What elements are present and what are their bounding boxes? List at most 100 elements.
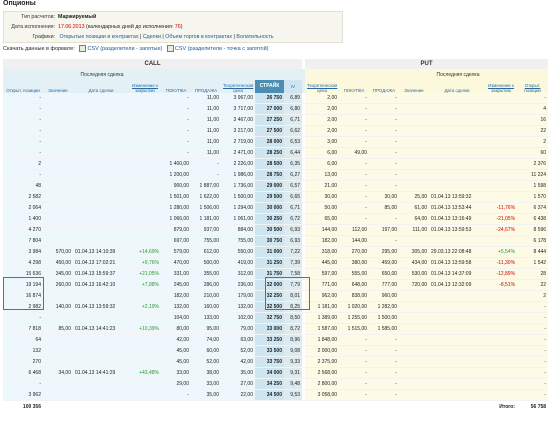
- cell-iv: 6,53: [284, 136, 303, 149]
- cell-call-deal-date: [73, 202, 129, 215]
- cell-put-change: [485, 93, 518, 105]
- cell-call-change: [129, 356, 161, 369]
- table-row: 3 984 570,00 01.04.13 14:10:39 +14,69% 579,0…: [3, 246, 549, 259]
- cell-put-ask: 1 585,00: [369, 323, 400, 336]
- csv-semicolon-link[interactable]: CSV (разделители - точка с запятой): [175, 46, 269, 52]
- cell-call-bid: 245,00: [161, 279, 191, 292]
- col-call-change[interactable]: Изменение к закрытию: [129, 80, 161, 94]
- cell-call-bid: -: [161, 103, 191, 116]
- cell-put-theoretical: 50,00: [305, 202, 340, 215]
- cell-put-last-value: [399, 235, 430, 248]
- col-put-ask[interactable]: ПРОДАЖА: [369, 80, 400, 94]
- cell-call-ask: 60,00: [191, 345, 221, 358]
- cell-put-open-interest: 8 596: [517, 224, 549, 237]
- cell-put-change: [485, 345, 518, 358]
- cell-call-last-value: [43, 224, 73, 237]
- cell-iv: 8,50: [284, 312, 303, 325]
- chart-link-volume[interactable]: Объем торгов в контрактах: [165, 34, 232, 40]
- col-iv[interactable]: IV: [284, 80, 303, 94]
- cell-call-open-interest: 6 468: [3, 367, 43, 380]
- cell-put-ask: 1 500,00: [369, 312, 400, 325]
- cell-call-change: [129, 191, 161, 204]
- cell-iv: 9,31: [284, 367, 303, 380]
- cell-call-last-value: [43, 158, 73, 171]
- cell-call-last-value: [43, 180, 73, 193]
- chart-link-deals[interactable]: Сделки: [143, 34, 161, 40]
- cell-call-ask: 755,00: [191, 235, 221, 248]
- cell-strike: 34 250: [255, 378, 284, 391]
- cell-call-open-interest: 16 874: [3, 290, 43, 303]
- cell-iv: 8,72: [284, 323, 303, 336]
- col-put-theoretical[interactable]: Теоретическая цена: [305, 80, 340, 94]
- cell-call-theoretical: 1 061,00: [221, 213, 255, 226]
- cell-call-ask: 612,00: [191, 246, 221, 259]
- cell-put-deal-date: [429, 334, 486, 347]
- col-call-bid[interactable]: ПОКУПКА: [161, 80, 191, 94]
- col-call-ask[interactable]: ПРОДАЖА: [191, 80, 221, 94]
- cell-call-bid: 29,00: [161, 378, 191, 391]
- cell-put-bid: -: [339, 169, 370, 182]
- csv-comma-note: (разделители - запятые): [100, 45, 163, 52]
- cell-call-open-interest: 7 818: [3, 323, 43, 336]
- cell-call-ask: 133,00: [191, 312, 221, 325]
- cell-put-open-interest: -: [517, 367, 549, 380]
- cell-put-theoretical: 2 375,00: [305, 356, 340, 369]
- cell-put-change: [485, 169, 518, 182]
- call-total: 100 356: [3, 400, 43, 413]
- cell-call-change: +43,48%: [129, 367, 161, 380]
- cell-put-open-interest: 16: [517, 114, 549, 127]
- col-put-open-interest[interactable]: Открыт. позиции: [517, 80, 549, 94]
- cell-call-ask: 500,00: [191, 257, 221, 270]
- csv-comma-link[interactable]: CSV (разделители - запятые): [87, 46, 162, 52]
- col-put-bid[interactable]: ПОКУПКА: [339, 80, 370, 94]
- col-call-deal-date[interactable]: Дата сделки: [73, 80, 129, 94]
- cell-put-last-value: [399, 356, 430, 369]
- col-put-deal-date[interactable]: Дата сделки: [429, 80, 486, 94]
- cell-strike: 32 500: [255, 301, 284, 314]
- cell-call-last-value: [43, 312, 73, 325]
- cell-call-change: +10,39%: [129, 323, 161, 336]
- table-row: 2 982 140,00 01.04.13 13:59:32 +2,19% 132,00…: [3, 301, 549, 314]
- cell-put-ask: 85,00: [369, 202, 400, 215]
- col-put-last-value[interactable]: Значение: [399, 80, 430, 94]
- cell-call-change: [129, 147, 161, 160]
- col-strike[interactable]: СТРАЙК: [255, 80, 284, 94]
- csv-semicolon-note: (разделители - точка с запятой): [187, 45, 269, 52]
- cell-put-change: [485, 367, 518, 380]
- cell-call-last-value: 570,00: [43, 246, 73, 259]
- cell-iv: 7,22: [284, 246, 303, 259]
- cell-put-ask: -: [369, 158, 400, 171]
- cell-put-ask: -: [369, 93, 400, 105]
- cell-put-bid: -: [339, 103, 370, 116]
- cell-call-open-interest: 2: [3, 158, 43, 171]
- chart-link-open-positions[interactable]: Открытые позиции в контрактах: [59, 34, 138, 40]
- col-call-theoretical[interactable]: Теоретическая цена: [221, 80, 255, 94]
- cell-call-open-interest: 2 582: [3, 191, 43, 204]
- days-left-text: (календарных дней до исполнения:: [84, 24, 175, 30]
- col-put-change[interactable]: Изменение к закрытию: [485, 80, 518, 94]
- cell-strike: 28 000: [255, 136, 284, 149]
- cell-put-theoretical: 2 000,00: [305, 345, 340, 358]
- table-row: 2 582 1 501,00 1 622,00 1 500,00 29 500 6,65 3…: [3, 191, 549, 204]
- cell-put-open-interest: 1 598: [517, 180, 549, 193]
- cell-put-deal-date: [429, 378, 486, 391]
- expiry-date-row: Дата исполнения: 17.06.2013 (календарных …: [4, 22, 342, 32]
- cell-call-bid: 1 280,00: [161, 202, 191, 215]
- table-row: - 104,00 133,00 102,00 32 750 8,50 1 389,00 1 2…: [3, 312, 549, 325]
- col-call-open-interest[interactable]: Открыт. позиции: [3, 80, 43, 94]
- cell-call-last-value: 450,00: [43, 257, 73, 270]
- cell-call-change: [129, 334, 161, 347]
- chart-link-volatility[interactable]: Волатильность: [236, 34, 273, 40]
- cell-call-ask: 74,00: [191, 334, 221, 347]
- cell-put-open-interest: 4: [517, 103, 549, 116]
- cell-put-last-value: 61,00: [399, 202, 430, 215]
- put-last-deal-header: Последняя сделка: [399, 69, 518, 81]
- cell-call-bid: 331,00: [161, 268, 191, 281]
- cell-put-change: -11,30%: [485, 257, 518, 270]
- cell-put-last-value: [399, 367, 430, 380]
- cell-put-deal-date: [429, 93, 486, 105]
- cell-call-theoretical: 2 719,00: [221, 136, 255, 149]
- cell-put-open-interest: 1 570: [517, 191, 549, 204]
- col-call-last-value[interactable]: Значение: [43, 80, 73, 94]
- cell-call-open-interest: -: [3, 378, 43, 391]
